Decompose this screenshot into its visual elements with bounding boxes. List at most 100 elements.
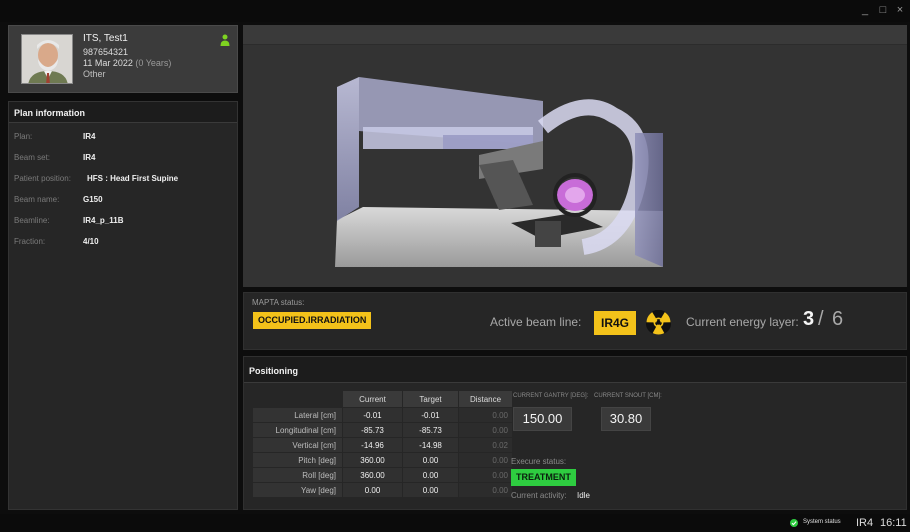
cell-target: 0.00 [402, 482, 459, 498]
cell-distance: 0.00 [458, 452, 513, 468]
row-label: Pitch [deg] [252, 452, 343, 468]
row-label: Lateral [cm] [252, 407, 343, 423]
patient-dob: 11 Mar 2022 (0 Years) [83, 58, 171, 68]
minimize-button[interactable]: _ [858, 3, 872, 17]
cell-target: 0.00 [402, 467, 459, 483]
cell-current: -14.96 [342, 437, 403, 453]
left-column: ITS, Test1 987654321 11 Mar 2022 (0 Year… [8, 25, 238, 510]
plan-row-value: HFS : Head First Supine [87, 174, 179, 183]
cell-target: -0.01 [402, 407, 459, 423]
couch-base [535, 221, 561, 247]
plan-row-beamline: Beamline: IR4_p_11B [9, 216, 239, 228]
clock-time: 16:11 [880, 517, 907, 529]
table-row: Lateral [cm] -0.01 -0.01 0.00 [252, 407, 513, 423]
energy-layer-total: 6 [832, 308, 844, 330]
cell-distance: 0.00 [458, 482, 513, 498]
plan-information-panel: Plan information Plan: IR4 Beam set: IR4… [8, 101, 238, 510]
plan-row-fraction: Fraction: 4/10 [9, 237, 239, 249]
patient-dob-date: 11 Mar 2022 [83, 58, 133, 68]
person-status-icon [220, 34, 230, 46]
cell-current: -0.01 [342, 407, 403, 423]
patient-head-highlight [565, 187, 585, 203]
gantry-angle-value: 150.00 [513, 407, 572, 431]
column-header-distance: Distance [458, 390, 513, 408]
close-button[interactable]: × [893, 3, 907, 17]
current-activity-label: Current activity: [511, 491, 567, 500]
energy-layer-current: 3 [803, 308, 815, 330]
cell-current: 0.00 [342, 482, 403, 498]
status-bar: System status IR4 16:11 [0, 514, 910, 532]
plan-row-label: Fraction: [14, 237, 46, 246]
table-row: Vertical [cm] -14.96 -14.98 0.02 [252, 437, 513, 453]
table-row: Yaw [deg] 0.00 0.00 0.00 [252, 482, 513, 498]
plan-row-value: IR4_p_11B [83, 216, 124, 225]
positioning-header: Positioning [244, 357, 906, 383]
plan-row-label: Beam name: [14, 195, 60, 204]
active-beam-line-badge: IR4G [594, 311, 636, 335]
plan-row-label: Patient position: [14, 174, 71, 183]
room-left-wall [337, 77, 359, 221]
cell-target: -85.73 [402, 422, 459, 438]
plan-row-beam-set: Beam set: IR4 [9, 153, 239, 165]
treatment-room-view [243, 25, 907, 287]
cell-current: -85.73 [342, 422, 403, 438]
radiation-warning-icon [646, 310, 671, 335]
treatment-status-panel: MAPTA status: OCCUPIED.IRRADIATION Activ… [243, 292, 907, 350]
plan-row-label: Plan: [14, 132, 33, 141]
plan-row-value: IR4 [83, 132, 96, 141]
plan-row-value: IR4 [83, 153, 96, 162]
row-label: Roll [deg] [252, 467, 343, 483]
mapta-status-badge: OCCUPIED.IRRADIATION [253, 312, 372, 329]
system-status-button[interactable]: System status [803, 519, 841, 525]
snout-position-label: CURRENT SNOUT [CM]: [594, 393, 662, 399]
active-beam-line-label: Active beam line: [490, 315, 582, 329]
gantry-angle-label: CURRENT GANTRY [DEG]: [513, 393, 589, 399]
energy-layer-label: Current energy layer: [686, 315, 799, 329]
patient-sex: Other [83, 69, 106, 79]
execution-status-label: Execure status: [511, 457, 567, 466]
patient-name: ITS, Test1 [83, 33, 128, 44]
treatment-room-3d-scene[interactable] [243, 45, 907, 287]
room-right-wall [635, 133, 663, 267]
energy-layer-separator: / [818, 308, 824, 330]
plan-row-patient-position: Patient position: HFS : Head First Supin… [9, 174, 239, 186]
patient-photo-image [22, 35, 72, 83]
table-header-blank [253, 391, 343, 408]
plan-row-beam-name: Beam name: G150 [9, 195, 239, 207]
cell-distance: 0.00 [458, 407, 513, 423]
patient-id: 987654321 [83, 47, 129, 57]
row-label: Longitudinal [cm] [252, 422, 343, 438]
row-label: Vertical [cm] [252, 437, 343, 453]
patient-card[interactable]: ITS, Test1 987654321 11 Mar 2022 (0 Year… [8, 25, 238, 93]
table-row: Pitch [deg] 360.00 0.00 0.00 [252, 452, 513, 468]
table-row: Longitudinal [cm] -85.73 -85.73 0.00 [252, 422, 513, 438]
current-activity-value: Idle [577, 491, 590, 500]
view-toolbar [243, 25, 907, 45]
table-header-row: Current Target Distance [253, 390, 513, 408]
column-header-current: Current [342, 390, 403, 408]
column-header-target: Target [402, 390, 459, 408]
treatment-room-label: IR4 [856, 517, 874, 529]
cell-current: 360.00 [342, 452, 403, 468]
cell-target: -14.98 [402, 437, 459, 453]
table-row: Roll [deg] 360.00 0.00 0.00 [252, 467, 513, 483]
check-circle-icon [790, 519, 798, 527]
cell-target: 0.00 [402, 452, 459, 468]
patient-age: (0 Years) [135, 58, 172, 68]
patient-photo [21, 34, 73, 84]
plan-row-plan: Plan: IR4 [9, 132, 239, 144]
positioning-table: Current Target Distance Lateral [cm] -0.… [252, 390, 513, 498]
cell-distance: 0.02 [458, 437, 513, 453]
row-label: Yaw [deg] [252, 482, 343, 498]
plan-row-label: Beamline: [14, 216, 50, 225]
plan-row-value: 4/10 [83, 237, 99, 246]
mapta-status-label: MAPTA status: [252, 298, 305, 307]
plan-information-header: Plan information [9, 102, 237, 123]
plan-row-label: Beam set: [14, 153, 51, 162]
snout-position-value: 30.80 [601, 407, 651, 431]
positioning-panel: Positioning Current Target Distance Late… [243, 356, 907, 510]
execution-status-badge: TREATMENT [511, 469, 576, 486]
maximize-button[interactable]: □ [876, 3, 890, 17]
cell-current: 360.00 [342, 467, 403, 483]
plan-row-value: G150 [83, 195, 103, 204]
